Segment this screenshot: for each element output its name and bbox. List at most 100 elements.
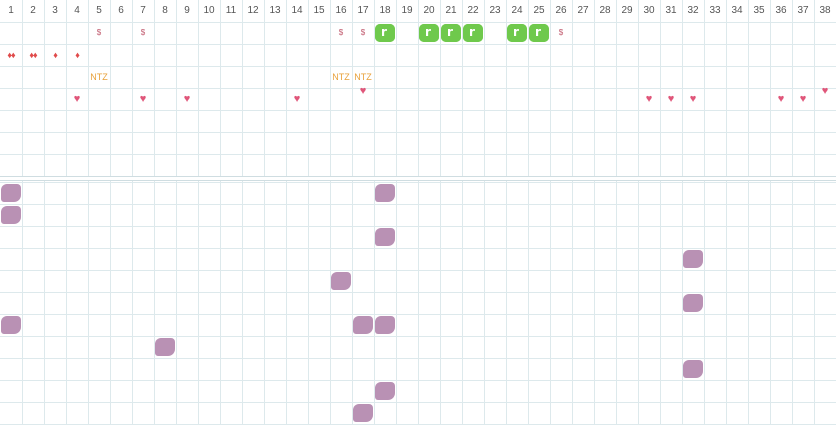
purple-blob-icon[interactable] (683, 294, 703, 312)
heart-icon: ♥ (821, 85, 829, 97)
grid-vline (506, 0, 507, 425)
grid-vline (264, 0, 265, 425)
grid-vline (88, 0, 89, 425)
ntz-label: NTZ (90, 72, 108, 82)
day-label: 9 (184, 5, 190, 16)
day-label: 36 (775, 5, 787, 16)
grid-vline (770, 0, 771, 425)
purple-blob-icon[interactable] (1, 184, 21, 202)
section-divider (0, 176, 836, 181)
purple-blob-icon[interactable] (375, 316, 395, 334)
grid-hline (0, 336, 836, 337)
day-label: 8 (162, 5, 168, 16)
grid-hline (0, 402, 836, 403)
day-label: 16 (335, 5, 347, 16)
day-label: 25 (533, 5, 545, 16)
purple-blob-icon[interactable] (155, 338, 175, 356)
grid-vline (572, 0, 573, 425)
blood-drop-icon: ♦ (53, 50, 58, 60)
grid-hline (0, 182, 836, 183)
purple-blob-icon[interactable] (683, 250, 703, 268)
heart-icon: ♥ (777, 93, 785, 105)
grid-vline (704, 0, 705, 425)
dollar-icon: $ (338, 28, 344, 37)
day-label: 26 (555, 5, 567, 16)
purple-blob-icon[interactable] (375, 184, 395, 202)
grid-hline (0, 358, 836, 359)
blood-drops-icon: ♦♦ (29, 50, 37, 60)
grid-vline (220, 0, 221, 425)
green-r-icon[interactable] (529, 24, 549, 42)
grid-hline (0, 380, 836, 381)
heart-icon: ♥ (359, 85, 367, 97)
green-r-icon[interactable] (441, 24, 461, 42)
purple-blob-icon[interactable] (375, 228, 395, 246)
heart-icon: ♥ (799, 93, 807, 105)
grid-vline (528, 0, 529, 425)
blood-drops-icon: ♦♦ (7, 50, 15, 60)
grid-hline (0, 248, 836, 249)
grid-vline (198, 0, 199, 425)
day-label: 11 (225, 5, 237, 16)
day-label: 37 (797, 5, 809, 16)
grid-hline (0, 270, 836, 271)
purple-blob-icon[interactable] (331, 272, 351, 290)
purple-blob-icon[interactable] (353, 404, 373, 422)
day-label: 15 (313, 5, 325, 16)
purple-blob-icon[interactable] (353, 316, 373, 334)
day-label: 21 (445, 5, 457, 16)
heart-icon: ♥ (667, 93, 675, 105)
grid-vline (594, 0, 595, 425)
heart-icon: ♥ (183, 93, 191, 105)
day-label: 33 (709, 5, 721, 16)
dollar-icon: $ (96, 28, 102, 37)
day-label: 7 (140, 5, 146, 16)
grid-vline (814, 0, 815, 425)
day-label: 19 (401, 5, 413, 16)
day-label: 14 (291, 5, 303, 16)
green-r-icon[interactable] (507, 24, 527, 42)
day-label: 24 (511, 5, 523, 16)
purple-blob-icon[interactable] (1, 316, 21, 334)
grid-vline (616, 0, 617, 425)
grid-hline (0, 110, 836, 111)
grid-hline (0, 66, 836, 67)
heart-icon: ♥ (645, 93, 653, 105)
grid-vline (374, 0, 375, 425)
grid-vline (352, 0, 353, 425)
dollar-icon: $ (140, 28, 146, 37)
grid-hline (0, 314, 836, 315)
purple-blob-icon[interactable] (375, 382, 395, 400)
day-label: 35 (753, 5, 765, 16)
day-label: 2 (30, 5, 36, 16)
day-label: 10 (203, 5, 215, 16)
day-label: 18 (379, 5, 391, 16)
grid-hline (0, 292, 836, 293)
day-label: 4 (74, 5, 80, 16)
green-r-icon[interactable] (463, 24, 483, 42)
heart-icon: ♥ (689, 93, 697, 105)
day-label: 20 (423, 5, 435, 16)
grid-vline (748, 0, 749, 425)
grid-vline (176, 0, 177, 425)
day-label: 3 (52, 5, 58, 16)
day-label: 5 (96, 5, 102, 16)
day-label: 28 (599, 5, 611, 16)
green-r-icon[interactable] (419, 24, 439, 42)
green-r-icon[interactable] (375, 24, 395, 42)
day-label: 13 (269, 5, 281, 16)
grid-hline (0, 226, 836, 227)
grid-vline (396, 0, 397, 425)
grid-hline (0, 22, 836, 23)
grid-vline (418, 0, 419, 425)
grid-vline (286, 0, 287, 425)
grid-vline (484, 0, 485, 425)
day-label: 17 (357, 5, 369, 16)
day-label: 38 (819, 5, 831, 16)
grid-vline (638, 0, 639, 425)
purple-blob-icon[interactable] (1, 206, 21, 224)
day-label: 6 (118, 5, 124, 16)
ntz-label: NTZ (332, 72, 350, 82)
grid-vline (330, 0, 331, 425)
purple-blob-icon[interactable] (683, 360, 703, 378)
